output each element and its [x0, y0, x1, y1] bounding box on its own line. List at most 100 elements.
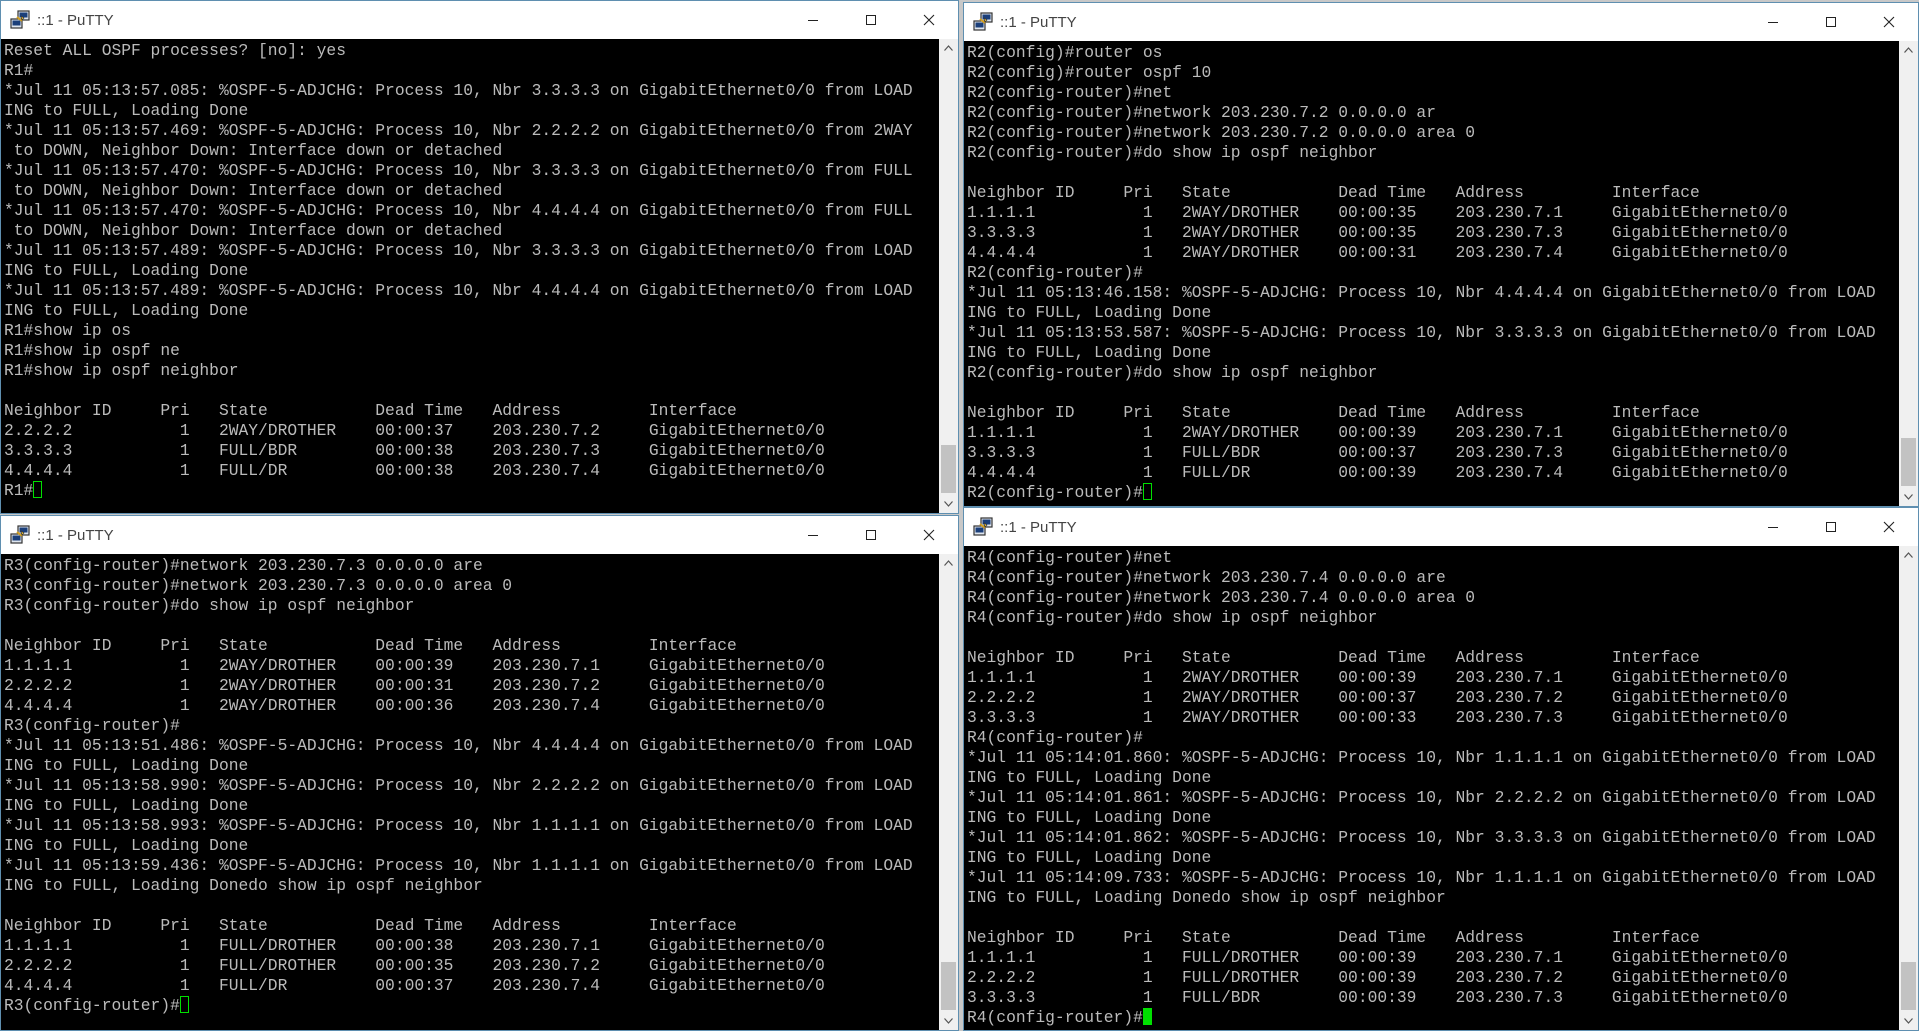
terminal-line: ING to FULL, Loading Done [967, 768, 1897, 788]
maximize-button[interactable] [1802, 3, 1860, 41]
terminal-output[interactable]: Reset ALL OSPF processes? [no]: yes R1# *J… [4, 41, 937, 513]
terminal-text: R4(config-router)# [967, 728, 1143, 747]
terminal-line: R1# [4, 481, 937, 501]
scroll-down-icon[interactable] [939, 495, 958, 513]
terminal-line: ING to FULL, Loading Done [4, 101, 937, 121]
putty-icon[interactable] [9, 9, 31, 31]
putty-window-r4[interactable]: ::1 - PuTTY R4(config-router)#net R4(conf… [963, 507, 1919, 1031]
terminal-line: 4.4.4.4 1 2WAY/DROTHER 00:00:36 203.230.… [4, 696, 937, 716]
terminal-text: R1#show ip os [4, 321, 132, 340]
terminal-text: 1.1.1.1 1 2WAY/DROTHER 00:00:35 203.230.… [967, 203, 1788, 222]
vertical-scrollbar[interactable] [939, 39, 958, 513]
terminal-text: R2(config)#router os [967, 43, 1163, 62]
title-bar[interactable]: ::1 - PuTTY [1, 516, 958, 554]
terminal-text: ING to FULL, Loading Donedo show ip ospf… [4, 876, 483, 895]
terminal-text: Reset ALL OSPF processes? [no]: yes [4, 41, 346, 60]
terminal-output[interactable]: R2(config)#router os R2(config)#router os… [967, 43, 1897, 506]
title-bar[interactable]: ::1 - PuTTY [1, 1, 958, 39]
minimize-button[interactable] [1744, 3, 1802, 41]
terminal-output[interactable]: R3(config-router)#network 203.230.7.3 0.… [4, 556, 937, 1030]
title-bar[interactable]: ::1 - PuTTY [964, 508, 1918, 546]
title-bar[interactable]: ::1 - PuTTY [964, 3, 1918, 41]
terminal-line: Neighbor ID Pri State Dead Time Address … [4, 401, 937, 421]
vertical-scrollbar[interactable] [1899, 41, 1918, 506]
terminal-text: *Jul 11 05:14:01.861: %OSPF-5-ADJCHG: Pr… [967, 788, 1876, 807]
minimize-button[interactable] [784, 1, 842, 39]
terminal-line: R2(config-router)#do show ip ospf neighb… [967, 363, 1897, 383]
terminal-text: *Jul 11 05:14:01.860: %OSPF-5-ADJCHG: Pr… [967, 748, 1876, 767]
scroll-down-icon[interactable] [1899, 1012, 1918, 1030]
putty-icon[interactable] [9, 524, 31, 546]
close-button[interactable] [900, 1, 958, 39]
terminal-text: 4.4.4.4 1 FULL/DR 00:00:38 203.230.7.4 G… [4, 461, 825, 480]
scroll-up-icon[interactable] [939, 554, 958, 572]
terminal-text: R2(config-router)# [967, 263, 1143, 282]
terminal-line: 3.3.3.3 1 2WAY/DROTHER 00:00:35 203.230.… [967, 223, 1897, 243]
terminal-line: *Jul 11 05:13:46.158: %OSPF-5-ADJCHG: Pr… [967, 283, 1897, 303]
putty-icon[interactable] [972, 516, 994, 538]
scroll-down-icon[interactable] [939, 1012, 958, 1030]
maximize-button[interactable] [842, 516, 900, 554]
terminal-text: 1.1.1.1 1 FULL/DROTHER 00:00:39 203.230.… [967, 948, 1788, 967]
terminal-text: Neighbor ID Pri State Dead Time Address … [4, 916, 737, 935]
terminal-text: *Jul 11 05:13:59.436: %OSPF-5-ADJCHG: Pr… [4, 856, 913, 875]
putty-window-r3[interactable]: ::1 - PuTTY R3(config-router)#network 20… [0, 515, 959, 1031]
terminal-line: ING to FULL, Loading Done [4, 836, 937, 856]
scroll-thumb[interactable] [941, 445, 956, 493]
terminal-line: R2(config-router)#network 203.230.7.2 0.… [967, 103, 1897, 123]
terminal-text: R1#show ip ospf neighbor [4, 361, 239, 380]
terminal-line: R3(config-router)#network 203.230.7.3 0.… [4, 556, 937, 576]
close-icon [1883, 16, 1895, 28]
terminal-area[interactable]: R4(config-router)#net R4(config-router)#n… [964, 546, 1918, 1030]
terminal-text: 2.2.2.2 1 FULL/DROTHER 00:00:35 203.230.… [4, 956, 825, 975]
vertical-scrollbar[interactable] [939, 554, 958, 1030]
maximize-button[interactable] [1802, 508, 1860, 546]
terminal-text: *Jul 11 05:13:57.085: %OSPF-5-ADJCHG: Pr… [4, 81, 913, 100]
terminal-line: ING to FULL, Loading Donedo show ip ospf… [967, 888, 1897, 908]
terminal-text: to DOWN, Neighbor Down: Interface down o… [4, 181, 503, 200]
maximize-button[interactable] [842, 1, 900, 39]
scroll-thumb[interactable] [941, 962, 956, 1010]
terminal-area[interactable]: R3(config-router)#network 203.230.7.3 0.… [1, 554, 958, 1030]
terminal-line: R4(config-router)#net [967, 548, 1897, 568]
scroll-up-icon[interactable] [939, 39, 958, 57]
terminal-text: 1.1.1.1 1 2WAY/DROTHER 00:00:39 203.230.… [4, 656, 825, 675]
minimize-button[interactable] [1744, 508, 1802, 546]
terminal-line: ING to FULL, Loading Done [967, 303, 1897, 323]
putty-icon[interactable] [972, 11, 994, 33]
vertical-scrollbar[interactable] [1899, 546, 1918, 1030]
terminal-text: R4(config-router)#network 203.230.7.4 0.… [967, 588, 1476, 607]
terminal-area[interactable]: Reset ALL OSPF processes? [no]: yes R1# *J… [1, 39, 958, 513]
terminal-line: R3(config-router)#network 203.230.7.3 0.… [4, 576, 937, 596]
terminal-text: R3(config-router)# [4, 996, 180, 1015]
terminal-line: *Jul 11 05:13:51.486: %OSPF-5-ADJCHG: Pr… [4, 736, 937, 756]
terminal-text: R4(config-router)#net [967, 548, 1173, 567]
scroll-up-icon[interactable] [1899, 546, 1918, 564]
terminal-text: ING to FULL, Loading Done [967, 303, 1212, 322]
close-button[interactable] [1860, 3, 1918, 41]
scroll-down-icon[interactable] [1899, 488, 1918, 506]
terminal-line: to DOWN, Neighbor Down: Interface down o… [4, 141, 937, 161]
terminal-output[interactable]: R4(config-router)#net R4(config-router)#n… [967, 548, 1897, 1030]
terminal-line: ING to FULL, Loading Done [967, 343, 1897, 363]
close-button[interactable] [900, 516, 958, 554]
close-button[interactable] [1860, 508, 1918, 546]
terminal-line: 4.4.4.4 1 FULL/DR 00:00:38 203.230.7.4 G… [4, 461, 937, 481]
putty-window-r2[interactable]: ::1 - PuTTY R2(config)#router os R2(confi… [963, 2, 1919, 507]
scroll-up-icon[interactable] [1899, 41, 1918, 59]
scroll-thumb[interactable] [1901, 438, 1916, 486]
terminal-line: 1.1.1.1 1 FULL/DROTHER 00:00:38 203.230.… [4, 936, 937, 956]
terminal-line: R2(config-router)#network 203.230.7.2 0.… [967, 123, 1897, 143]
putty-window-r1[interactable]: ::1 - PuTTY Reset ALL OSPF processes? [n… [0, 0, 959, 514]
scroll-thumb[interactable] [1901, 962, 1916, 1010]
terminal-line: 3.3.3.3 1 FULL/BDR 00:00:38 203.230.7.3 … [4, 441, 937, 461]
terminal-line: R4(config-router)# [967, 1008, 1897, 1028]
minimize-icon [1768, 527, 1778, 528]
terminal-text: Neighbor ID Pri State Dead Time Address … [967, 928, 1700, 947]
terminal-area[interactable]: R2(config)#router os R2(config)#router os… [964, 41, 1918, 506]
terminal-line: 1.1.1.1 1 2WAY/DROTHER 00:00:35 203.230.… [967, 203, 1897, 223]
terminal-line: *Jul 11 05:13:57.470: %OSPF-5-ADJCHG: Pr… [4, 161, 937, 181]
minimize-button[interactable] [784, 516, 842, 554]
